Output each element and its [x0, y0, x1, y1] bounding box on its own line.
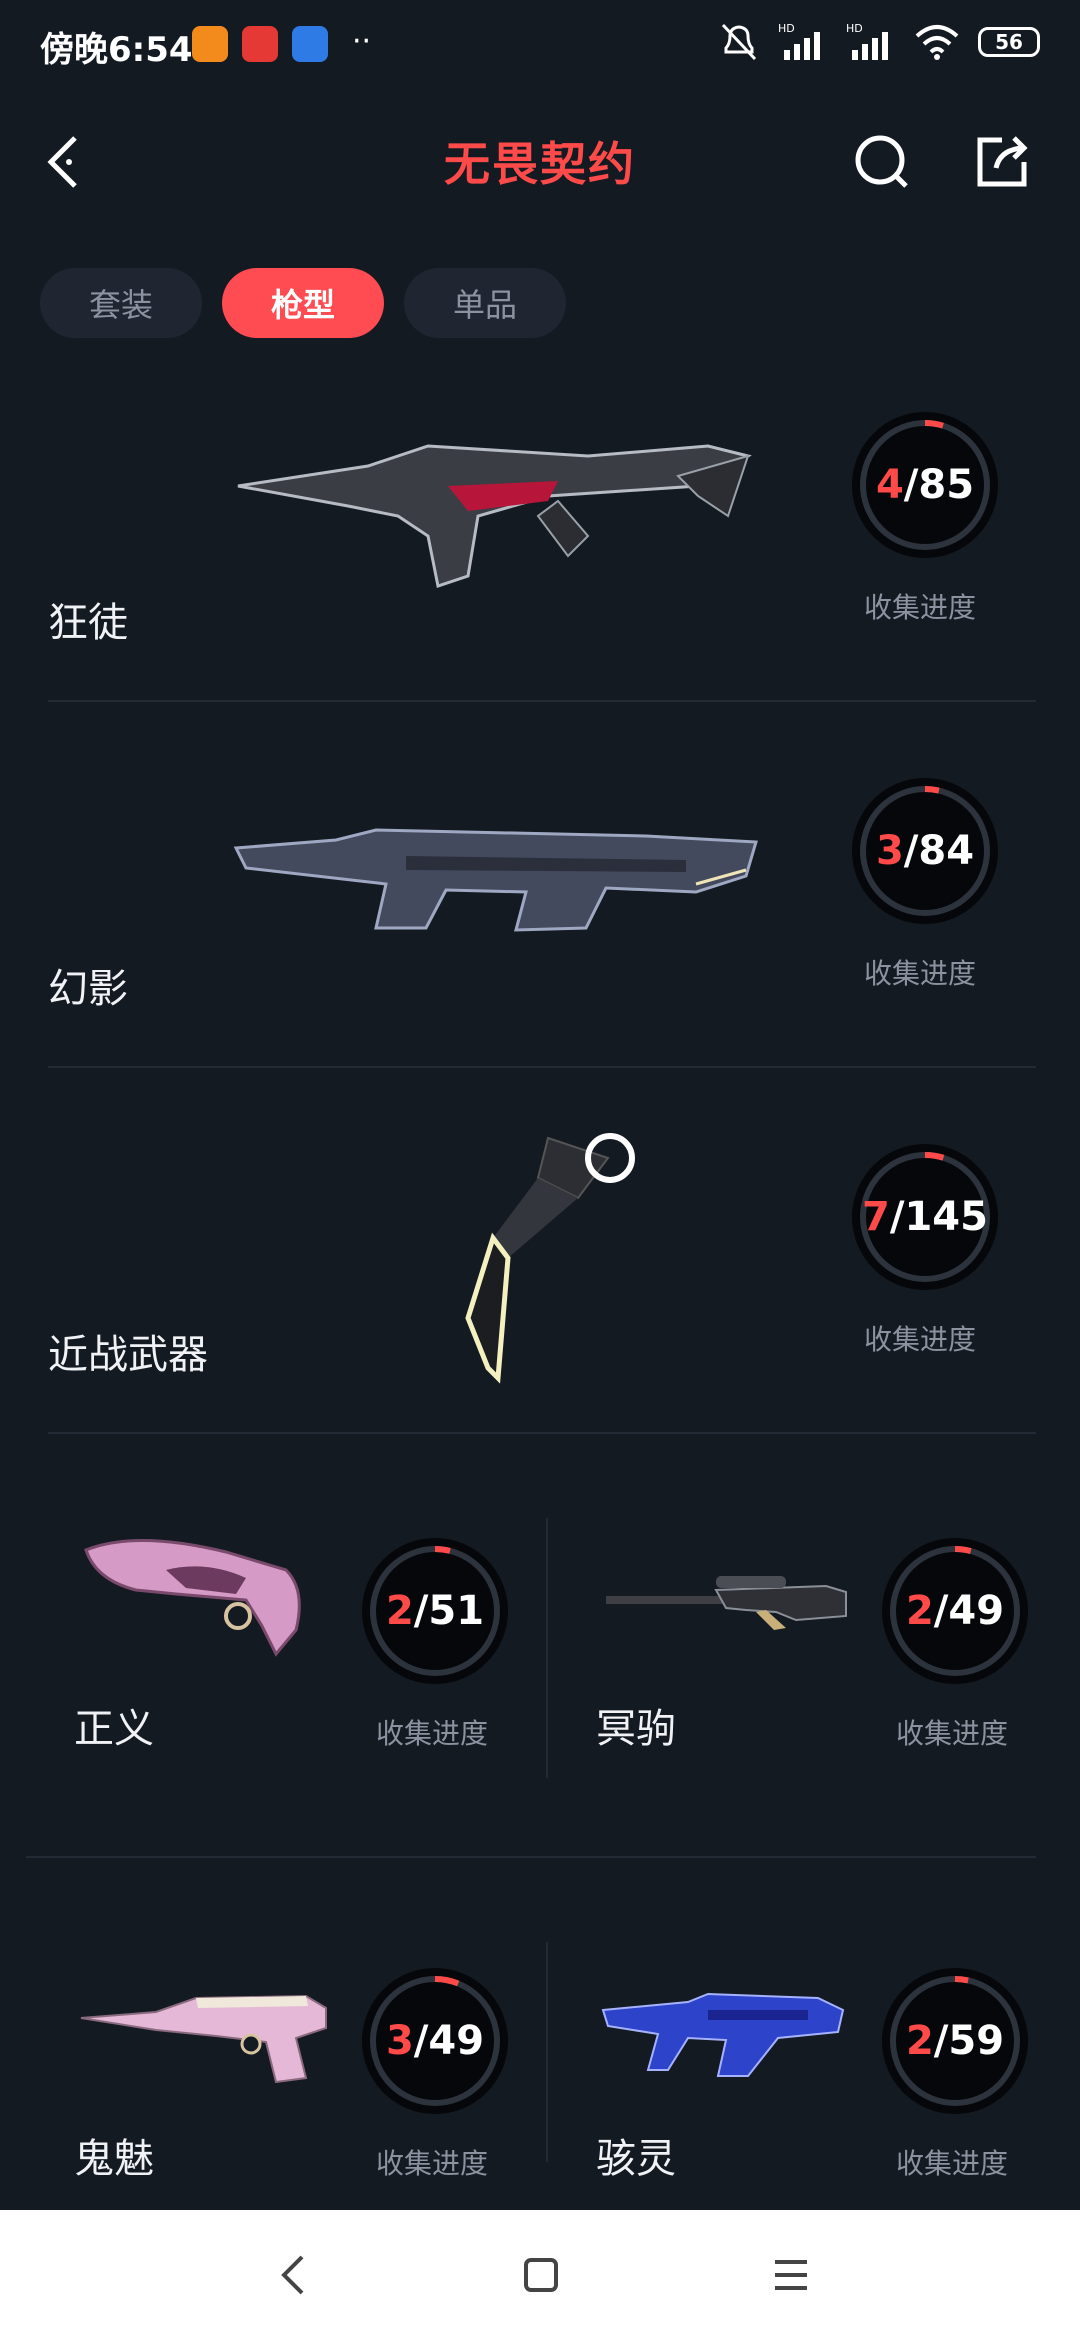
progress-ring: 7/145 [852, 1144, 998, 1290]
progress-count: 2/59 [905, 2018, 1005, 2064]
mute-icon [721, 23, 757, 61]
weapon-name: 骇灵 [596, 2136, 676, 2182]
svg-text:HD: HD [846, 22, 863, 35]
collected-count: 2 [905, 1588, 934, 1634]
progress-ring: 3/84 [852, 778, 998, 924]
home-icon [524, 2258, 558, 2292]
collected-count: 7 [862, 1194, 890, 1240]
wifi-icon [915, 25, 959, 60]
weapon-name: 狂徒 [48, 600, 128, 646]
more-notifications-icon: ·· [352, 24, 372, 59]
progress-label: 收集进度 [864, 1323, 977, 1356]
weapon-name: 幻影 [48, 966, 128, 1012]
progress-count: 7/145 [862, 1194, 988, 1240]
progress-count: 3/49 [385, 2018, 485, 2064]
wallet-notification-icon [292, 26, 328, 62]
menu-icon [775, 2260, 807, 2290]
collection-card-operator[interactable]: 2/49 冥驹 收集进度 [584, 1500, 1080, 1890]
total-count: 145 [904, 1194, 988, 1240]
tab-weapon-types[interactable]: 枪型 [222, 268, 384, 338]
progress-label: 收集进度 [864, 591, 977, 624]
nav-menu-button[interactable] [764, 2248, 818, 2302]
search-icon [855, 135, 908, 188]
vandal-weapon-image [237, 444, 752, 588]
system-nav-bar [0, 2210, 1080, 2340]
total-count: 85 [918, 462, 975, 508]
tab-sets[interactable]: 套装 [40, 268, 202, 338]
progress-label: 收集进度 [376, 1717, 489, 1750]
progress-ring: 2/59 [882, 1968, 1028, 2114]
total-count: 49 [948, 1588, 1005, 1634]
weapon-name: 近战武器 [48, 1332, 208, 1378]
collection-row-vandal[interactable]: 4/85 收集进度 狂徒 [48, 342, 1036, 702]
signal-icon-2: HD [846, 22, 888, 60]
operator-weapon-image [606, 1576, 847, 1630]
page-title: 无畏契约 [444, 137, 636, 191]
progress-ring: 2/49 [882, 1538, 1028, 1684]
progress-label: 收集进度 [896, 1717, 1009, 1750]
signal-icon: HD [778, 22, 820, 60]
progress-count: 3/84 [875, 828, 975, 874]
total-count: 51 [428, 1588, 485, 1634]
collection-row-melee[interactable]: 7/145 收集进度 近战武器 [48, 1074, 1036, 1434]
news-notification-icon [242, 26, 278, 62]
weapon-name: 冥驹 [596, 1706, 676, 1752]
collected-count: 3 [385, 2018, 414, 2064]
search-button[interactable] [850, 130, 914, 194]
tab-single-items[interactable]: 单品 [404, 268, 566, 338]
total-count: 59 [948, 2018, 1005, 2064]
collected-count: 4 [875, 462, 904, 508]
phantom-weapon-image [233, 828, 758, 932]
battery-icon: 56 [978, 27, 1040, 57]
status-time: 傍晚6:54 [40, 30, 193, 70]
nav-home-button[interactable] [514, 2248, 568, 2302]
app-notification-icon [192, 26, 228, 62]
share-button[interactable] [970, 130, 1034, 194]
progress-label: 收集进度 [864, 957, 977, 990]
weapon-name: 正义 [74, 1706, 154, 1752]
progress-label: 收集进度 [376, 2147, 489, 2180]
progress-ring: 4/85 [852, 412, 998, 558]
back-icon [281, 2255, 304, 2295]
weapon-name: 鬼魅 [74, 2136, 154, 2182]
sheriff-weapon-image [84, 1538, 301, 1657]
collected-count: 2 [905, 2018, 934, 2064]
collected-count: 3 [875, 828, 904, 874]
collected-count: 2 [385, 1588, 414, 1634]
progress-ring: 2/51 [362, 1538, 508, 1684]
share-icon [977, 136, 1028, 187]
progress-label: 收集进度 [896, 2147, 1009, 2180]
collection-card-sheriff[interactable]: 2/51 正义 收集进度 [60, 1500, 580, 1890]
app-bar: 无畏契约 [0, 110, 1080, 210]
svg-text:HD: HD [778, 22, 795, 35]
progress-ring: 3/49 [362, 1968, 508, 2114]
status-bar: 傍晚6:54 ·· HD HD 56 [0, 0, 1080, 96]
total-count: 49 [428, 2018, 485, 2064]
melee-weapon-image [465, 1133, 635, 1384]
progress-count: 4/85 [875, 462, 975, 508]
ghost-weapon-image [80, 1994, 327, 2084]
progress-count: 2/51 [385, 1588, 485, 1634]
category-tabs: 套装 枪型 单品 [40, 268, 566, 338]
nav-back-button[interactable] [266, 2248, 320, 2302]
collection-row-phantom[interactable]: 3/84 收集进度 幻影 [48, 708, 1036, 1068]
spectre-weapon-image [601, 1992, 845, 2077]
progress-count: 2/49 [905, 1588, 1005, 1634]
total-count: 84 [918, 828, 975, 874]
